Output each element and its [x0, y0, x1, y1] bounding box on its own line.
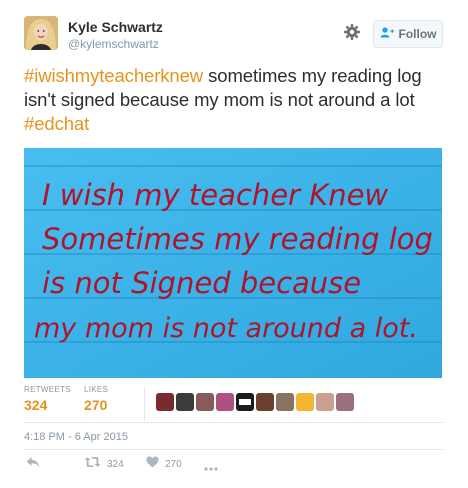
follow-button-label: Follow [398, 27, 437, 41]
liker-avatar[interactable] [296, 393, 314, 411]
badge-stripe [239, 399, 251, 405]
tweet-actions: 324 270 [24, 455, 444, 477]
hashtag-link[interactable]: #iwishmyteacherknew [24, 65, 203, 86]
retweet-icon [84, 455, 101, 473]
tweet-photo[interactable]: I wish my teacher Knew Sometimes my read… [24, 148, 442, 378]
liker-avatar[interactable] [176, 393, 194, 411]
follow-button[interactable]: Follow [373, 20, 443, 48]
add-user-icon [380, 25, 394, 43]
liker-avatar-blm-badge[interactable] [236, 393, 254, 411]
tweet-stats: RETWEETS 324 LIKES 270 [24, 385, 444, 423]
more-icon [204, 458, 218, 476]
heart-icon [146, 455, 159, 473]
more-button[interactable] [204, 458, 218, 476]
retweet-count: 324 [107, 458, 124, 470]
note-line: my mom is not around a lot. [34, 313, 418, 344]
hashtag-link[interactable]: #edchat [24, 113, 89, 134]
like-count: 270 [165, 458, 182, 470]
liker-avatar[interactable] [276, 393, 294, 411]
retweets-stat[interactable]: RETWEETS 324 [24, 385, 71, 413]
liker-avatar[interactable] [196, 393, 214, 411]
retweets-label: RETWEETS [24, 385, 71, 394]
liker-avatar[interactable] [156, 393, 174, 411]
tweet-text: #iwishmyteacherknew sometimes my reading… [24, 64, 444, 136]
note-line: I wish my teacher Knew [42, 178, 388, 212]
liker-avatars [156, 393, 354, 413]
liker-avatar[interactable] [316, 393, 334, 411]
gear-icon[interactable] [343, 23, 361, 41]
likes-label: LIKES [84, 385, 109, 394]
liker-avatar[interactable] [256, 393, 274, 411]
liker-avatar[interactable] [216, 393, 234, 411]
note-line: is not Signed because [42, 266, 361, 300]
divider [24, 422, 444, 423]
retweet-button[interactable]: 324 [84, 455, 124, 473]
user-handle[interactable]: @kylemschwartz [68, 37, 159, 51]
liker-avatar[interactable] [336, 393, 354, 411]
likes-count: 270 [84, 397, 108, 413]
divider [24, 449, 444, 450]
retweets-count: 324 [24, 397, 48, 413]
avatar[interactable] [24, 16, 58, 50]
like-button[interactable]: 270 [146, 455, 182, 473]
tweet-timestamp[interactable]: 4:18 PM - 6 Apr 2015 [24, 431, 128, 443]
note-line: Sometimes my reading log [42, 222, 433, 256]
reply-icon [26, 455, 40, 473]
divider [144, 387, 145, 421]
likes-stat[interactable]: LIKES 270 [84, 385, 108, 413]
reply-button[interactable] [26, 455, 40, 473]
tweet-header: Kyle Schwartz @kylemschwartz Follow [24, 16, 444, 56]
user-name[interactable]: Kyle Schwartz [68, 19, 163, 35]
